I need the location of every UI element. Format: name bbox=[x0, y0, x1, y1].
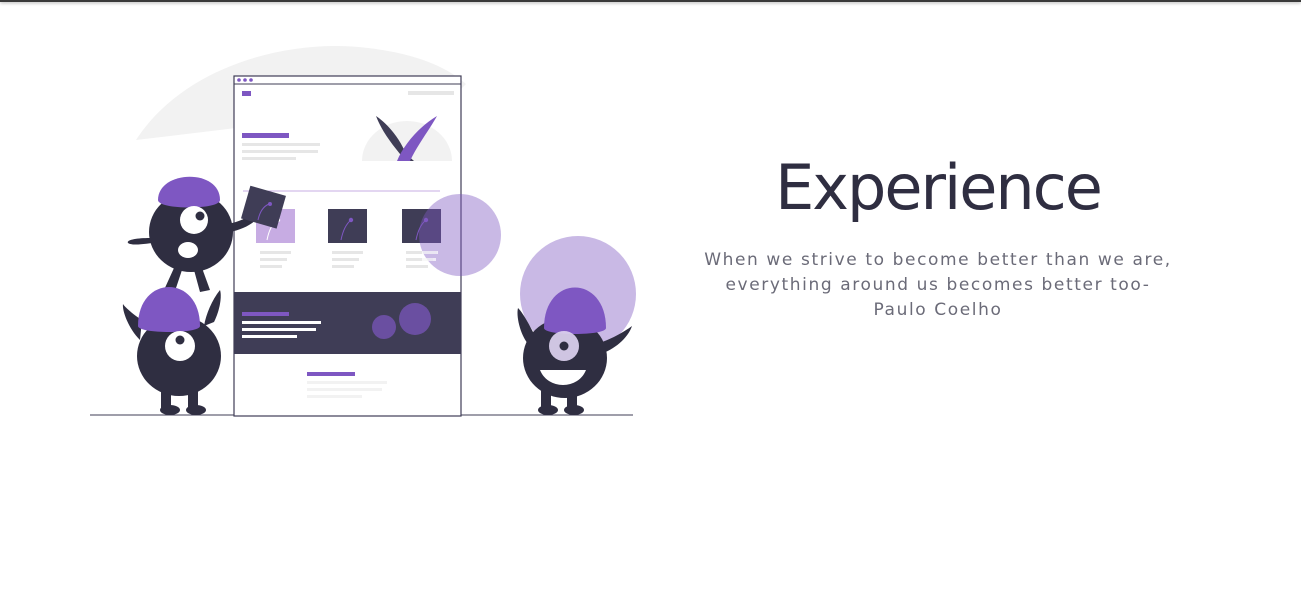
hero-text-block: Experience When we strive to become bett… bbox=[690, 150, 1186, 323]
monsters-building-website-illustration bbox=[88, 44, 638, 420]
quote: When we strive to become better than we … bbox=[690, 248, 1186, 323]
monster-bottom-left bbox=[122, 287, 221, 415]
page-title: Experience bbox=[775, 151, 1103, 224]
quote-line: When we strive to become better than we … bbox=[704, 250, 1172, 270]
quote-line: everything around us becomes better too- bbox=[725, 275, 1151, 295]
top-header-shadow bbox=[0, 0, 1301, 2]
quote-author: Paulo Coelho bbox=[873, 300, 1003, 320]
